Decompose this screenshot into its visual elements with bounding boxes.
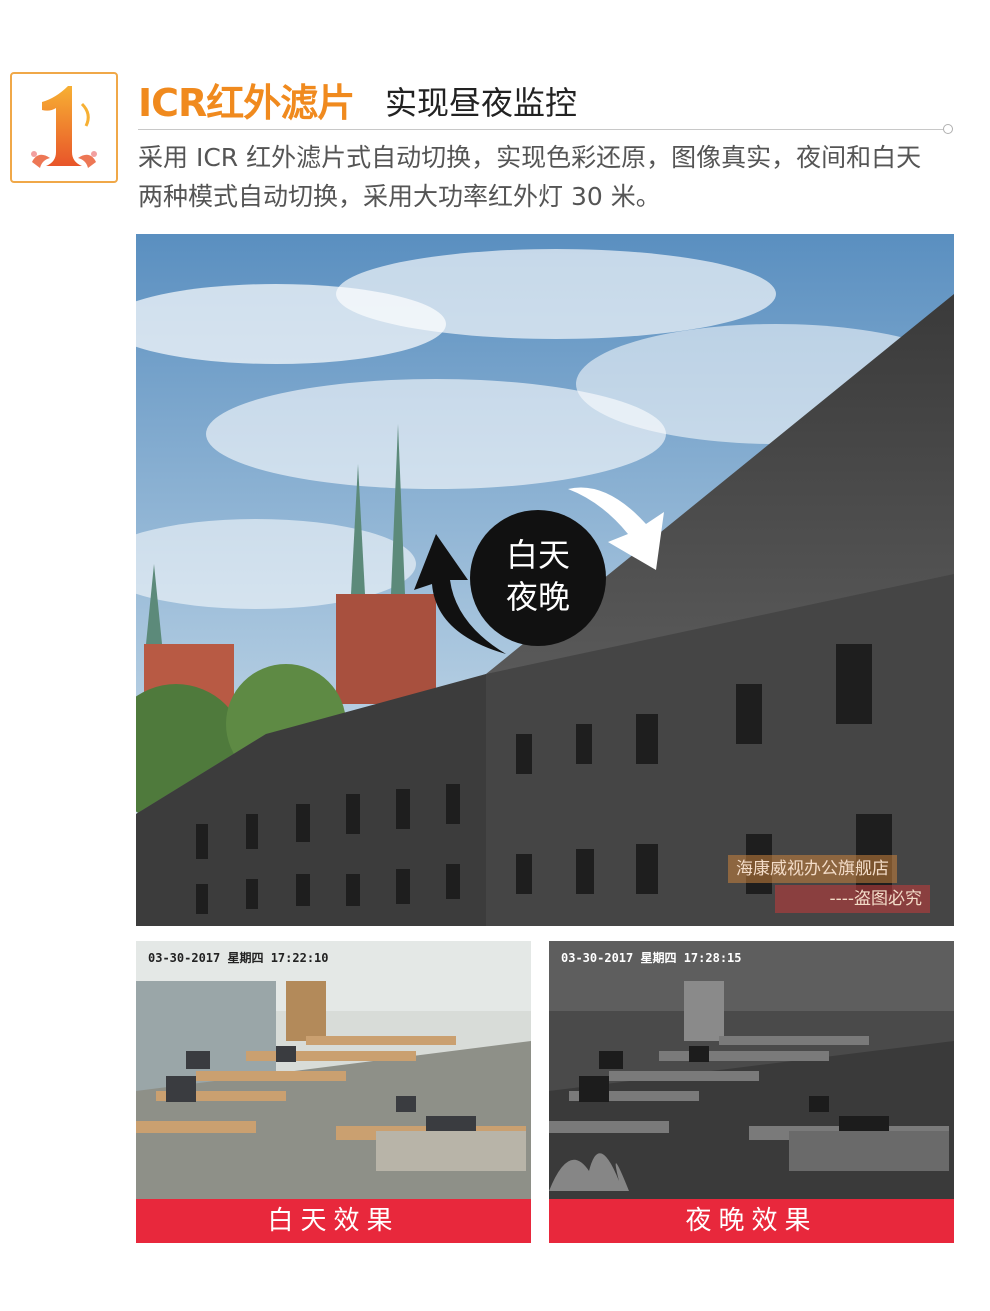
switch-night-label: 夜晚	[505, 578, 570, 616]
night-timestamp: 03-30-2017 星期四 17:28:15	[561, 951, 742, 965]
title-divider	[138, 129, 943, 130]
switch-day-label: 白天	[505, 536, 570, 574]
decorative-numeral-one-icon	[31, 86, 97, 168]
day-night-switch-icon: 白天 夜晚	[470, 510, 606, 646]
step-number-badge: 1	[10, 72, 118, 183]
day-timestamp: 03-30-2017 星期四 17:22:10	[148, 951, 329, 965]
night-effect-caption: 夜晚效果	[549, 1199, 954, 1243]
copyright-watermark: ----盗图必究	[775, 885, 930, 913]
section-title: ICR红外滤片	[138, 81, 355, 125]
day-sample-image: 03-30-2017 星期四 17:22:10	[136, 941, 531, 1199]
section-subtitle: 实现昼夜监控	[385, 84, 578, 122]
section-description: 采用 ICR 红外滤片式自动切换，实现色彩还原，图像真实，夜间和白天两种模式自动…	[138, 143, 922, 211]
shop-watermark: 海康威视办公旗舰店	[728, 855, 897, 883]
divider-end-dot	[943, 124, 953, 134]
night-sample-image: 03-30-2017 星期四 17:28:15	[549, 941, 954, 1199]
day-effect-caption: 白天效果	[136, 1199, 531, 1243]
